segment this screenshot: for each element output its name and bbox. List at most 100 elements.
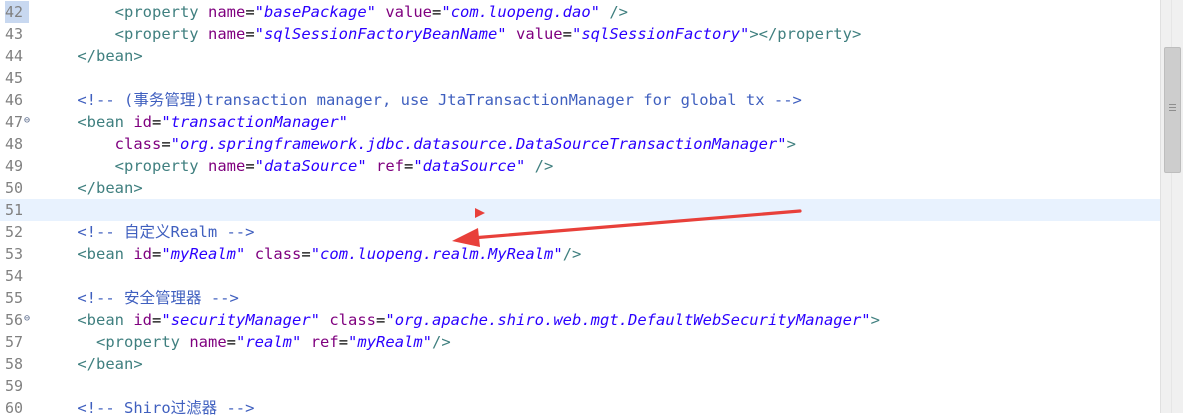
- code-line[interactable]: 48 class="org.springframework.jdbc.datas…: [0, 133, 1160, 155]
- code-token: value: [515, 25, 563, 43]
- line-number: 58: [5, 355, 24, 373]
- line-number: 53: [5, 245, 24, 263]
- code-token: "dataSource": [413, 157, 526, 175]
- code-token: </bean>: [77, 47, 143, 65]
- code-line[interactable]: 49 <property name="dataSource" ref="data…: [0, 155, 1160, 177]
- line-number: 49: [5, 157, 24, 175]
- fold-collapse-icon[interactable]: ⊖: [24, 314, 30, 324]
- line-number: 52: [5, 223, 24, 241]
- code-line[interactable]: 56 ⊖ <bean id="securityManager" class="or…: [0, 309, 1160, 331]
- code-text: <!-- (事务管理)transaction manager, use JtaT…: [40, 89, 802, 111]
- code-token: id: [133, 113, 153, 131]
- code-line[interactable]: 43 <property name="sqlSessionFactoryBean…: [0, 23, 1160, 45]
- code-line[interactable]: 60 <!-- Shiro过滤器 -->: [0, 397, 1160, 419]
- code-token: <property: [96, 333, 180, 351]
- code-text: <bean id="securityManager" class="org.ap…: [40, 309, 880, 331]
- code-text: <bean id="myRealm" class="com.luopeng.re…: [40, 243, 581, 265]
- code-line[interactable]: 53 <bean id="myRealm" class="com.luopeng…: [0, 243, 1160, 265]
- code-token: "basePackage": [254, 3, 376, 21]
- code-token: "sqlSessionFactoryBeanName": [254, 25, 507, 43]
- code-line[interactable]: 51: [0, 199, 1160, 221]
- code-token: =: [226, 333, 237, 351]
- code-token: =: [301, 245, 311, 263]
- code-line[interactable]: 44 </bean>: [0, 45, 1160, 67]
- line-number: 60: [5, 399, 24, 417]
- code-token: "com.luopeng.realm.MyRealm": [310, 245, 563, 263]
- code-line[interactable]: 47 ⊖ <bean id="transactionManager": [0, 111, 1160, 133]
- code-text: <!-- Shiro过滤器 -->: [40, 397, 254, 419]
- code-token: =: [404, 157, 414, 175]
- code-line[interactable]: 52 <!-- 自定义Realm -->: [0, 221, 1160, 243]
- code-text: <property name="basePackage" value="com.…: [40, 1, 628, 23]
- code-token: id: [133, 245, 153, 263]
- code-token: class: [254, 245, 302, 263]
- code-editor[interactable]: 42 <property name="basePackage" value="c…: [0, 0, 1160, 417]
- code-line[interactable]: 58 </bean>: [0, 353, 1160, 375]
- code-token: =: [161, 135, 171, 153]
- code-token: <bean: [77, 113, 124, 131]
- line-number: 46: [5, 91, 24, 109]
- code-line[interactable]: 42 <property name="basePackage" value="c…: [0, 1, 1160, 23]
- code-token: name: [208, 157, 246, 175]
- code-token: </bean>: [77, 179, 143, 197]
- code-text: <!-- 自定义Realm -->: [40, 221, 254, 243]
- code-token: value: [385, 3, 433, 21]
- code-token: ref: [310, 333, 339, 351]
- code-token: />: [534, 157, 554, 175]
- code-token: =: [338, 333, 349, 351]
- line-number: 42: [5, 1, 29, 23]
- code-line[interactable]: 55 <!-- 安全管理器 -->: [0, 287, 1160, 309]
- line-number: 43: [5, 25, 24, 43]
- code-token: =: [152, 113, 162, 131]
- code-token: "org.apache.shiro.web.mgt.DefaultWebSecu…: [385, 311, 871, 329]
- code-token: =: [376, 311, 386, 329]
- code-token: ref: [376, 157, 404, 175]
- code-text: <!-- 安全管理器 -->: [40, 287, 239, 309]
- code-token: <!-- 安全管理器 -->: [77, 289, 239, 307]
- code-token: "dataSource": [254, 157, 367, 175]
- fold-collapse-icon[interactable]: ⊖: [24, 116, 30, 126]
- code-token: <bean: [77, 311, 124, 329]
- code-text: <property name="realm" ref="myRealm"/>: [40, 331, 451, 353]
- vertical-scrollbar[interactable]: [1160, 0, 1183, 413]
- line-number: 48: [5, 135, 24, 153]
- code-line[interactable]: 54: [0, 265, 1160, 287]
- code-text: <bean id="transactionManager": [40, 111, 348, 133]
- code-text: class="org.springframework.jdbc.datasour…: [40, 133, 796, 155]
- code-line[interactable]: 50 </bean>: [0, 177, 1160, 199]
- code-token: "myRealm": [348, 333, 433, 351]
- line-number: 54: [5, 267, 24, 285]
- code-token: <property: [114, 25, 199, 43]
- code-line[interactable]: 57 <property name="realm" ref="myRealm"/…: [0, 331, 1160, 353]
- code-text: </bean>: [40, 177, 143, 199]
- code-token: "org.springframework.jdbc.datasource.Dat…: [170, 135, 787, 153]
- code-token: class: [114, 135, 162, 153]
- code-line[interactable]: 46 <!-- (事务管理)transaction manager, use J…: [0, 89, 1160, 111]
- scrollbar-thumb[interactable]: [1164, 47, 1181, 173]
- code-token: name: [208, 3, 246, 21]
- code-line[interactable]: 59: [0, 375, 1160, 397]
- code-token: "transactionManager": [161, 113, 348, 131]
- code-line[interactable]: 45: [0, 67, 1160, 89]
- code-token: "sqlSessionFactory": [572, 25, 750, 43]
- line-number: 44: [5, 47, 24, 65]
- code-token: name: [208, 25, 246, 43]
- line-number: 51: [5, 201, 24, 219]
